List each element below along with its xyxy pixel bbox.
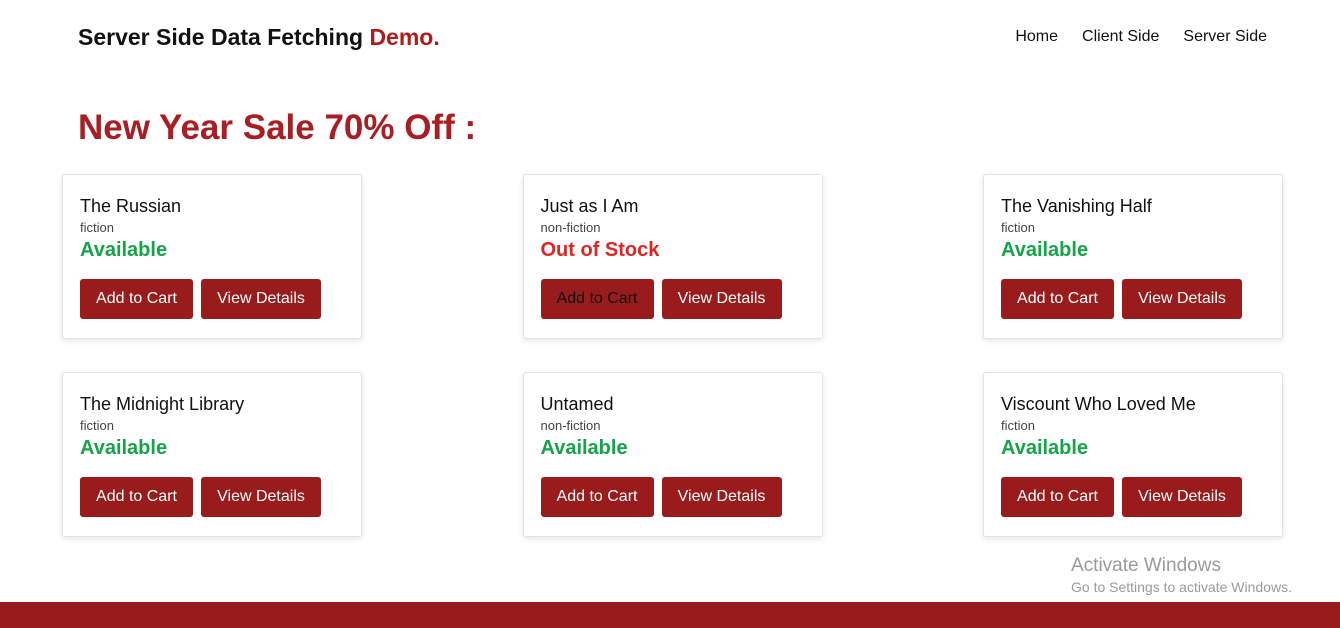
card-actions: Add to Cart View Details (80, 279, 344, 319)
book-card: The Russian fiction Available Add to Car… (62, 174, 362, 339)
watermark-subtitle: Go to Settings to activate Windows. (1071, 579, 1292, 595)
book-card: Just as I Am non-fiction Out of Stock Ad… (522, 174, 823, 339)
brand-logo[interactable]: Server Side Data Fetching Demo. (78, 24, 440, 51)
view-details-button[interactable]: View Details (1122, 279, 1242, 319)
book-card: Viscount Who Loved Me fiction Available … (983, 372, 1283, 537)
windows-activation-watermark: Activate Windows Go to Settings to activ… (1071, 555, 1292, 596)
sale-heading: New Year Sale 70% Off : (78, 108, 477, 147)
book-card: Untamed non-fiction Available Add to Car… (522, 372, 823, 537)
view-details-button[interactable]: View Details (661, 477, 782, 517)
book-status: Available (1001, 437, 1089, 459)
add-to-cart-button[interactable]: Add to Cart (80, 279, 193, 319)
view-details-button[interactable]: View Details (1122, 477, 1242, 517)
book-title: The Russian (80, 196, 182, 216)
add-to-cart-button[interactable]: Add to Cart (540, 279, 654, 319)
book-status: Available (80, 437, 168, 459)
book-category: non-fiction (540, 220, 601, 235)
card-actions: Add to Cart View Details (1001, 279, 1265, 319)
page: Server Side Data Fetching Demo. Home Cli… (0, 0, 1340, 628)
nav-server-side-link[interactable]: Server Side (1183, 28, 1267, 46)
add-to-cart-button[interactable]: Add to Cart (1001, 477, 1114, 517)
book-category: fiction (1001, 220, 1035, 235)
footer-bar (0, 602, 1340, 628)
book-category: fiction (80, 220, 114, 235)
card-actions: Add to Cart View Details (1001, 477, 1265, 517)
view-details-button[interactable]: View Details (201, 279, 321, 319)
nav-home-link[interactable]: Home (1015, 28, 1058, 46)
view-details-button[interactable]: View Details (661, 279, 782, 319)
card-actions: Add to Cart View Details (540, 477, 805, 517)
book-status: Out of Stock (540, 239, 660, 261)
card-actions: Add to Cart View Details (80, 477, 344, 517)
site-header: Server Side Data Fetching Demo. Home Cli… (0, 0, 1340, 76)
brand-accent: Demo. (369, 24, 440, 50)
nav-client-side-link[interactable]: Client Side (1082, 28, 1159, 46)
book-grid: The Russian fiction Available Add to Car… (62, 174, 1283, 537)
book-category: fiction (80, 418, 114, 433)
book-card: The Vanishing Half fiction Available Add… (983, 174, 1283, 339)
book-card: The Midnight Library fiction Available A… (62, 372, 362, 537)
book-title: The Midnight Library (80, 394, 245, 414)
book-category: non-fiction (540, 418, 601, 433)
book-title: Untamed (540, 394, 614, 414)
watermark-title: Activate Windows (1071, 555, 1221, 576)
book-title: Viscount Who Loved Me (1001, 394, 1196, 414)
brand-text: Server Side Data Fetching (78, 24, 364, 50)
add-to-cart-button[interactable]: Add to Cart (1001, 279, 1114, 319)
book-status: Available (80, 239, 168, 261)
add-to-cart-button[interactable]: Add to Cart (80, 477, 193, 517)
view-details-button[interactable]: View Details (201, 477, 321, 517)
add-to-cart-button[interactable]: Add to Cart (540, 477, 654, 517)
book-category: fiction (1001, 418, 1035, 433)
book-status: Available (540, 437, 628, 459)
book-title: The Vanishing Half (1001, 196, 1152, 216)
book-title: Just as I Am (540, 196, 639, 216)
main-nav: Home Client Side Server Side (1015, 28, 1267, 46)
card-actions: Add to Cart View Details (540, 279, 805, 319)
book-status: Available (1001, 239, 1089, 261)
